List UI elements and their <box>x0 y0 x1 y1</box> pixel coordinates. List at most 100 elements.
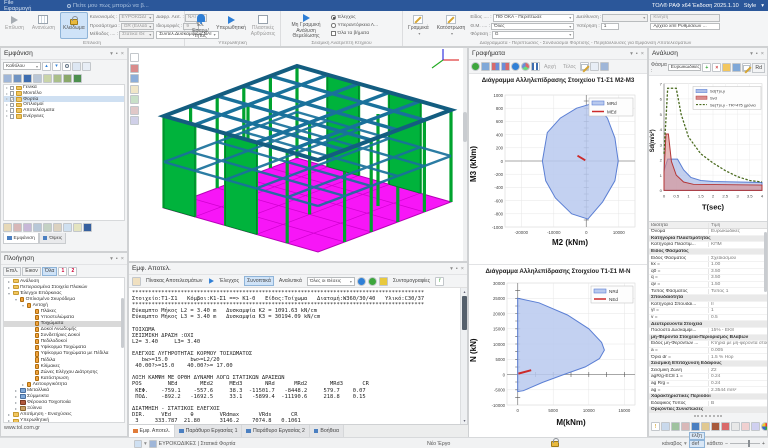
property-value[interactable]: 0.5 <box>709 315 767 320</box>
snap-toggle[interactable]: έλξη <box>689 432 705 440</box>
edit-icon[interactable] <box>742 63 751 72</box>
tool-4-icon[interactable] <box>691 422 700 431</box>
tool-3-icon[interactable] <box>681 422 690 431</box>
document-tab[interactable]: Παράθυρο Εργασίας 2 <box>242 425 309 437</box>
save-icon[interactable] <box>732 63 741 72</box>
expand-icon[interactable]: ▸ <box>14 388 18 393</box>
positions-combo[interactable]: Όλες οι Θέσεις▾ <box>307 277 355 286</box>
view-shaded-icon[interactable] <box>13 74 22 83</box>
rotate-icon[interactable] <box>130 106 139 115</box>
blue-dot-icon[interactable] <box>357 277 366 286</box>
property-row[interactable]: agR/g-EC8 1 = 0.24 <box>649 374 767 381</box>
annex-combo[interactable]: GR (Ελλάδ▾ <box>121 23 155 31</box>
property-value[interactable]: II <box>709 302 767 307</box>
all-steps-checkbox[interactable] <box>331 31 336 36</box>
property-row[interactable]: Τύπος Φάσματος Τύπος 1 <box>649 288 767 295</box>
lock-button[interactable]: Κλείδωμα <box>60 12 88 39</box>
fx-icon[interactable]: f <box>435 277 444 286</box>
pushover-button[interactable]: Υπερωθητική <box>216 12 246 39</box>
expand-icon[interactable]: ▾ <box>21 303 25 308</box>
solve-button[interactable]: Επίλυση <box>2 12 27 39</box>
expand-icon[interactable]: ▸ <box>14 394 18 399</box>
layout-icon[interactable] <box>134 440 142 448</box>
select-red-icon[interactable] <box>130 64 139 73</box>
wave-icon[interactable] <box>481 62 490 71</box>
hysteresis-spinner[interactable]: 1 <box>601 23 619 31</box>
property-grid-scrollbar[interactable] <box>764 232 768 292</box>
select-button[interactable]: Επιλ. <box>3 267 21 276</box>
tool-9-icon[interactable] <box>741 422 750 431</box>
area-blue-red-icon[interactable] <box>501 62 510 71</box>
ortho-label[interactable]: κάθετο <box>707 441 723 447</box>
all-button[interactable]: Όλα <box>42 267 58 276</box>
property-row[interactable]: Ποσοστό Δυσκαμψι... 15% - ΕΚ8 <box>649 328 767 335</box>
panel-menu-icon[interactable]: ▾ <box>110 256 113 262</box>
kind-combo[interactable]: ΠΘ ΟΚΑ - Περιπτώσε▾ <box>493 14 575 22</box>
add-icon[interactable]: + <box>702 63 711 72</box>
grid-snap-label[interactable]: κάναβος <box>662 441 682 447</box>
property-row[interactable]: Κατηγορία Πλαστιμότητας <box>649 236 767 243</box>
property-row[interactable]: Οριζόντιες Συνιστώσες <box>649 407 767 413</box>
pin-icon[interactable]: ▪ <box>456 266 458 272</box>
checkbox[interactable] <box>10 108 15 113</box>
expand-icon[interactable]: ▸ <box>7 412 11 417</box>
window-1-icon[interactable]: 1 <box>58 267 67 276</box>
measure-icon[interactable] <box>130 85 139 94</box>
tell-me-search[interactable]: Πείτε μου πως μπορώ να β... <box>67 0 149 11</box>
load-combo[interactable]: G▾ <box>492 31 575 39</box>
zoom-extents-icon[interactable] <box>130 116 139 125</box>
expand-icon[interactable]: ▸ <box>14 400 18 405</box>
render-4-icon[interactable] <box>73 74 82 83</box>
property-row[interactable]: qv = 1.50 <box>649 282 767 289</box>
property-value[interactable]: 1.00 <box>709 262 767 267</box>
scroll-up-icon[interactable]: ▴ <box>461 288 467 295</box>
zoom-icon[interactable] <box>62 62 71 71</box>
property-row[interactable]: a = 0.005 <box>649 348 767 355</box>
refresh-button[interactable]: Ανανέωση <box>29 12 58 39</box>
checkbox[interactable] <box>10 86 15 91</box>
save-icon[interactable] <box>600 62 609 71</box>
property-value[interactable]: 0.24 <box>709 374 767 379</box>
expand-icon[interactable] <box>6 110 8 112</box>
property-row[interactable]: γI = 1 <box>649 308 767 315</box>
checkbox[interactable]: ✓ <box>10 97 15 102</box>
model-viewport[interactable] <box>128 47 468 262</box>
area-red-blue-icon[interactable] <box>491 62 500 71</box>
document-tab[interactable]: Βοήθεια <box>310 425 344 437</box>
panel-menu-icon[interactable]: ▾ <box>450 266 453 272</box>
tool-2-icon[interactable] <box>671 422 680 431</box>
expand-icon[interactable]: ▸ <box>21 382 25 387</box>
property-row[interactable]: Χαρακτηριστικές Περίοδοι <box>649 394 767 401</box>
zoom-slider[interactable] <box>730 443 760 445</box>
tool-1-icon[interactable] <box>661 422 670 431</box>
icons-button[interactable]: Εικον <box>22 267 41 276</box>
pan-icon[interactable] <box>130 95 139 104</box>
results-output[interactable]: ****************************************… <box>129 288 467 424</box>
arrow-up-icon[interactable]: ▴ <box>42 62 51 71</box>
tool-f-icon[interactable] <box>53 223 62 232</box>
navigation-scrollbar[interactable] <box>121 298 125 348</box>
pointer-icon[interactable] <box>130 53 139 62</box>
tool-5-icon[interactable] <box>701 422 710 431</box>
deck-button[interactable]: Κατόστρωση▾ <box>434 12 469 39</box>
property-value[interactable]: 3.50 <box>709 275 767 280</box>
panel-tab[interactable]: Εμφάνιση <box>3 233 39 244</box>
arrow-down-icon[interactable]: ▾ <box>52 62 61 71</box>
property-row[interactable]: Κατηγορία Πλαστιμ... ΚΠΜ <box>649 242 767 249</box>
panel-tab[interactable]: Όψεις <box>39 233 66 244</box>
property-row[interactable]: Είδος Φάσματος Σχεδιασμού <box>649 255 767 262</box>
window-2-icon[interactable]: 2 <box>68 267 77 276</box>
check-radio[interactable] <box>331 15 336 20</box>
property-row[interactable]: Όριο dr = 1.5 % Hορ <box>649 354 767 361</box>
property-value[interactable]: Τύπος 1 <box>709 289 767 294</box>
direction-combo[interactable]: ▾ <box>602 14 648 22</box>
open-folder-icon[interactable] <box>722 63 731 72</box>
checkbox[interactable] <box>10 103 15 108</box>
property-row[interactable]: ag = 2.3544 m/s² <box>649 387 767 394</box>
expand-icon[interactable]: ▾ <box>14 297 18 302</box>
expand-icon[interactable]: ▸ <box>7 418 11 423</box>
property-row[interactable]: Δευτερεύοντα Στοιχεία <box>649 321 767 328</box>
view-solid-icon[interactable] <box>3 74 12 83</box>
display-filter-combo[interactable]: Καθόλου▾ <box>3 62 41 70</box>
expand-icon[interactable] <box>6 93 8 95</box>
